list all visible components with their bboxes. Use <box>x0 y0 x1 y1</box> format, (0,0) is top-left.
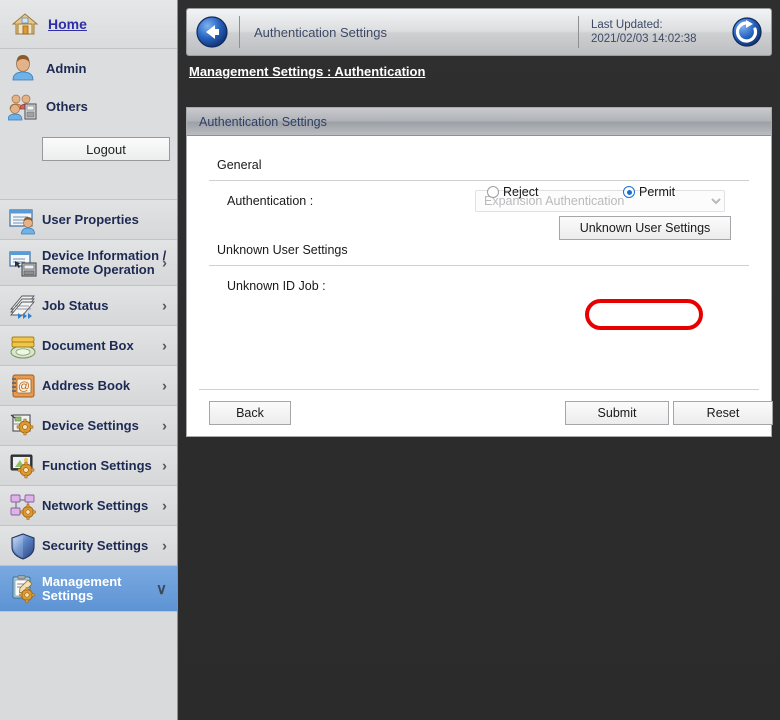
svg-text:@: @ <box>18 379 30 393</box>
radio-circle-icon <box>623 186 635 198</box>
radio-circle-icon <box>487 186 499 198</box>
breadcrumb[interactable]: Management Settings : Authentication <box>189 64 425 79</box>
sidebar-item-label: Device Settings <box>42 419 139 433</box>
sidebar-home-label: Home <box>48 16 87 32</box>
panel-footer: Back Submit Reset <box>199 389 759 436</box>
panel-header: Authentication Settings <box>187 108 771 136</box>
chevron-right-icon: › <box>162 377 167 394</box>
sidebar-item-admin[interactable]: Admin <box>0 49 177 87</box>
last-updated-label: Last Updated: <box>591 18 731 32</box>
network-settings-icon <box>8 491 38 521</box>
chevron-right-icon: › <box>162 457 167 474</box>
back-arrow-icon[interactable] <box>195 15 229 49</box>
shield-icon <box>8 531 38 561</box>
unknown-id-job-field-row: Unknown ID Job : <box>209 266 749 306</box>
sidebar-item-job-status[interactable]: Job Status › <box>0 286 177 326</box>
radio-permit-label: Permit <box>639 185 675 199</box>
logout-area: Logout <box>0 125 177 177</box>
sidebar-item-label: Address Book <box>42 379 130 393</box>
sidebar-spacer <box>0 177 177 200</box>
device-settings-icon <box>8 411 38 441</box>
job-status-icon <box>8 291 38 321</box>
admin-user-icon <box>8 53 38 83</box>
sidebar-item-address-book[interactable]: @ Address Book › <box>0 366 177 406</box>
management-settings-icon <box>8 574 38 604</box>
chevron-right-icon: › <box>162 337 167 354</box>
sidebar-item-security-settings[interactable]: Security Settings › <box>0 526 177 566</box>
main-area: Authentication Settings Last Updated: 20… <box>179 0 780 720</box>
divider <box>578 16 579 48</box>
sidebar-others-label: Others <box>46 99 88 114</box>
document-box-icon <box>8 331 38 361</box>
panel-title: Authentication Settings <box>199 115 327 129</box>
sidebar-item-network-settings[interactable]: Network Settings › <box>0 486 177 526</box>
sidebar-item-label: Management Settings <box>42 575 121 603</box>
reset-button[interactable]: Reset <box>673 401 773 425</box>
function-settings-icon <box>8 451 38 481</box>
sidebar-item-label: User Properties <box>42 213 139 227</box>
page-title: Authentication Settings <box>254 25 578 40</box>
unknown-user-settings-button[interactable]: Unknown User Settings <box>559 216 731 240</box>
radio-reject[interactable]: Reject <box>487 185 538 199</box>
sidebar: Home Admin <box>0 0 178 720</box>
radio-permit[interactable]: Permit <box>623 185 675 199</box>
home-icon <box>10 9 40 39</box>
address-book-icon: @ <box>8 371 38 401</box>
unknown-id-job-label: Unknown ID Job : <box>227 279 475 293</box>
sidebar-item-others[interactable]: Others <box>0 87 177 125</box>
content-panel: Authentication Settings General Authenti… <box>186 107 772 437</box>
back-button[interactable]: Back <box>209 401 291 425</box>
radio-reject-label: Reject <box>503 185 538 199</box>
last-updated-value: 2021/02/03 14:02:38 <box>591 32 731 46</box>
chevron-right-icon: › <box>162 297 167 314</box>
section-title-general: General <box>209 136 749 180</box>
sidebar-item-label: Device Information / Remote Operation <box>42 249 166 277</box>
user-properties-icon <box>8 205 38 235</box>
chevron-right-icon: › <box>162 497 167 514</box>
sidebar-item-device-settings[interactable]: Device Settings › <box>0 406 177 446</box>
sidebar-item-home[interactable]: Home <box>0 0 177 49</box>
chevron-right-icon: › <box>162 417 167 434</box>
authentication-label: Authentication : <box>227 194 475 208</box>
divider <box>239 16 240 48</box>
others-users-icon <box>8 91 38 121</box>
last-updated: Last Updated: 2021/02/03 14:02:38 <box>591 18 731 46</box>
sidebar-admin-label: Admin <box>46 61 86 76</box>
sidebar-item-function-settings[interactable]: Function Settings › <box>0 446 177 486</box>
sidebar-item-user-properties[interactable]: User Properties <box>0 200 177 240</box>
refresh-icon[interactable] <box>731 16 763 48</box>
sidebar-item-management-settings[interactable]: Management Settings ∨ <box>0 566 177 612</box>
device-information-icon <box>8 248 38 278</box>
sidebar-item-label: Document Box <box>42 339 134 353</box>
sidebar-item-document-box[interactable]: Document Box › <box>0 326 177 366</box>
web-interface-window: Home Admin <box>0 0 780 720</box>
chevron-right-icon: › <box>162 254 167 271</box>
chevron-right-icon: › <box>162 537 167 554</box>
sidebar-item-label: Network Settings <box>42 499 148 513</box>
logout-button[interactable]: Logout <box>42 137 170 161</box>
submit-button[interactable]: Submit <box>565 401 669 425</box>
top-bar: Authentication Settings Last Updated: 20… <box>186 8 772 56</box>
sidebar-item-label: Function Settings <box>42 459 152 473</box>
sidebar-item-label: Security Settings <box>42 539 148 553</box>
sidebar-item-label: Job Status <box>42 299 108 313</box>
chevron-down-icon: ∨ <box>156 580 167 598</box>
sidebar-item-device-information[interactable]: Device Information / Remote Operation › <box>0 240 177 286</box>
